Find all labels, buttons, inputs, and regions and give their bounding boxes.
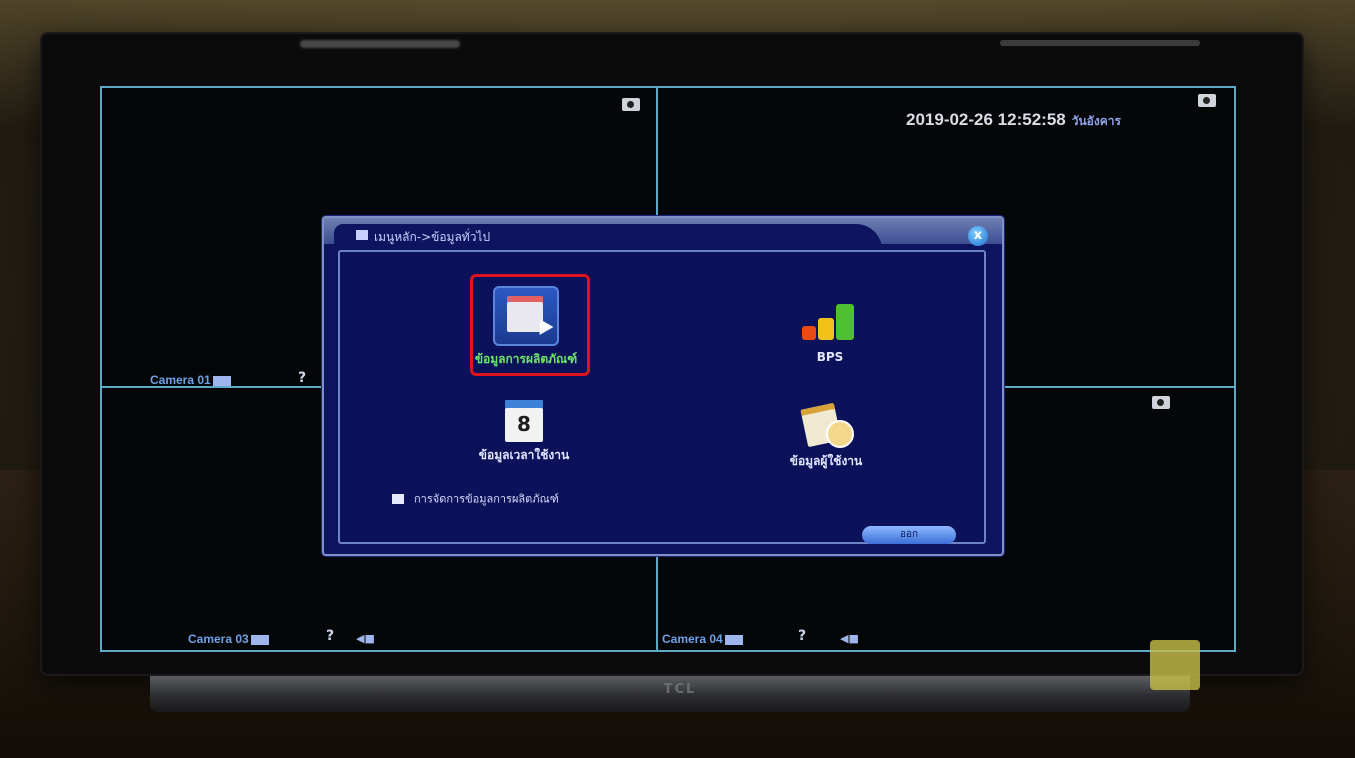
camera-icon <box>622 98 640 111</box>
camera-01-label: Camera 01 <box>150 373 231 387</box>
record-badge-icon <box>250 634 269 645</box>
product-info-checkbox-row[interactable]: การจัดการข้อมูลการผลิตภัณฑ์ <box>392 488 559 508</box>
calendar-icon: 8 <box>505 400 543 442</box>
record-badge-icon <box>724 634 743 645</box>
user-info-icon <box>800 402 854 448</box>
camera-icon <box>1152 396 1170 409</box>
tile-label: BPS <box>816 350 844 364</box>
camera-03-label: Camera 03 <box>188 632 269 646</box>
datetime-text: 2019-02-26 12:52:58 <box>906 110 1066 129</box>
usage-time-tile[interactable]: 8 ข้อมูลเวลาใช้งาน <box>444 400 604 465</box>
recording-status-icon: ◀■ <box>356 632 375 645</box>
camera-name: Camera 03 <box>188 632 249 646</box>
checkbox-label: การจัดการข้อมูลการผลิตภัณฑ์ <box>414 492 559 506</box>
network-icon: ? <box>298 370 307 386</box>
menu-icon <box>356 230 368 240</box>
selection-highlight <box>470 274 590 376</box>
network-icon: ? <box>326 628 335 644</box>
record-badge-icon <box>212 375 231 386</box>
exit-button[interactable]: ออก <box>862 526 956 544</box>
weekday-text: วันอังคาร <box>1071 114 1121 128</box>
general-info-dialog: เมนูหลัก->ข้อมูลทั่วไป x ข้อมูลการผลิตภั… <box>322 216 1004 556</box>
dialog-body: ข้อมูลการผลิตภัณฑ์ BPS 8 ข้อมูลเวลาใช้งา… <box>338 250 986 544</box>
camera-icon <box>1198 94 1216 107</box>
camera-name: Camera 04 <box>662 632 723 646</box>
energy-sticker <box>1150 640 1200 690</box>
camera-name: Camera 01 <box>150 373 211 387</box>
network-icon: ? <box>798 628 807 644</box>
checkbox[interactable] <box>392 493 404 504</box>
dialog-title: เมนูหลัก->ข้อมูลทั่วไป <box>374 230 491 244</box>
tile-label: ข้อมูลผู้ใช้งาน <box>789 454 863 468</box>
recording-status-icon: ◀■ <box>840 632 859 645</box>
datetime-display: 2019-02-26 12:52:58 วันอังคาร <box>906 110 1121 131</box>
screen-glare <box>300 40 460 48</box>
tile-label: ข้อมูลเวลาใช้งาน <box>478 448 570 462</box>
user-info-tile[interactable]: ข้อมูลผู้ใช้งาน <box>746 402 906 471</box>
close-button[interactable]: x <box>968 226 988 246</box>
screen-glare <box>1000 40 1200 46</box>
camera-04-label: Camera 04 <box>662 632 743 646</box>
tv-brand-logo: TCL <box>663 682 697 697</box>
bps-tile[interactable]: BPS <box>750 294 910 364</box>
bps-bar-icon <box>794 294 866 346</box>
